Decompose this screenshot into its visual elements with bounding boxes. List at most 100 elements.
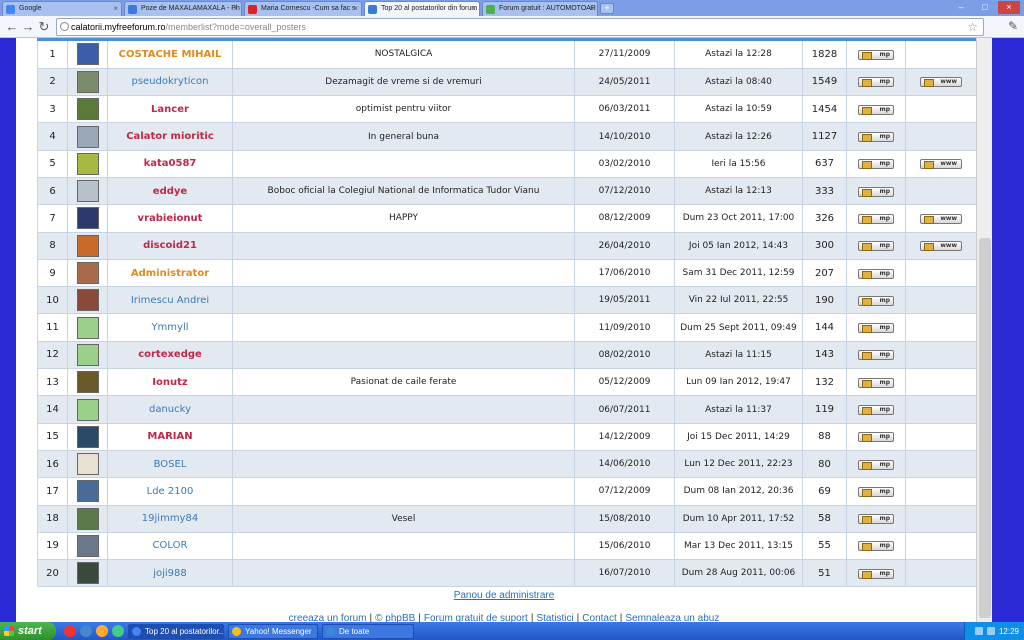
avatar[interactable] — [76, 425, 99, 448]
tab-top20[interactable]: Top 20 al postatorilor din forum × — [364, 1, 480, 16]
volume-icon[interactable] — [986, 627, 995, 635]
avatar[interactable] — [76, 152, 99, 175]
avatar[interactable] — [76, 98, 99, 121]
username-link[interactable]: Irimescu Andrei — [131, 295, 209, 306]
avatar[interactable] — [76, 70, 99, 93]
back-icon[interactable]: ← — [4, 19, 20, 35]
close-icon[interactable]: × — [113, 4, 118, 13]
reload-icon[interactable]: ↻ — [36, 19, 52, 35]
avatar[interactable] — [76, 43, 99, 66]
pm-button[interactable]: mp — [858, 186, 894, 197]
avatar[interactable] — [76, 262, 99, 285]
bookmark-star-icon[interactable]: ☆ — [967, 19, 978, 35]
avatar[interactable] — [76, 343, 99, 366]
username-link[interactable]: 19jimmy84 — [142, 513, 198, 524]
avatar[interactable] — [76, 316, 99, 339]
pm-button[interactable]: mp — [858, 323, 894, 334]
firefox-icon[interactable] — [96, 625, 108, 637]
www-button[interactable]: www — [920, 241, 962, 252]
address-bar[interactable]: calatorii.myfreeforum.ro/memberlist?mode… — [56, 18, 984, 36]
close-icon[interactable]: × — [589, 4, 594, 13]
close-window-icon[interactable]: × — [998, 1, 1020, 14]
pm-button[interactable]: mp — [858, 268, 894, 279]
close-icon[interactable]: × — [471, 4, 476, 13]
taskbar-item-detoate[interactable]: De toate — [322, 623, 414, 639]
avatar[interactable] — [76, 480, 99, 503]
report-abuse-link[interactable]: Semnaleaza un abuz — [625, 613, 719, 622]
username-link[interactable]: MARIAN — [147, 431, 192, 442]
pm-button[interactable]: mp — [858, 568, 894, 579]
username-link[interactable]: vrabieionut — [138, 213, 203, 224]
avatar[interactable] — [76, 453, 99, 476]
pm-button[interactable]: mp — [858, 377, 894, 388]
username-link[interactable]: BOSEL — [154, 459, 187, 470]
username-link[interactable]: COSTACHE MIHAIL — [119, 49, 222, 60]
username-link[interactable]: discoid21 — [143, 240, 197, 251]
pm-button[interactable]: mp — [858, 295, 894, 306]
username-link[interactable]: cortexedge — [138, 349, 202, 360]
pm-button[interactable]: mp — [858, 104, 894, 115]
pm-button[interactable]: mp — [858, 213, 894, 224]
avatar[interactable] — [76, 562, 99, 585]
minimize-icon[interactable]: – — [950, 1, 972, 14]
opera-icon[interactable] — [64, 625, 76, 637]
pm-button[interactable]: mp — [858, 486, 894, 497]
username-link[interactable]: pseudokryticon — [132, 76, 209, 87]
www-button[interactable]: www — [920, 213, 962, 224]
pm-button[interactable]: mp — [858, 405, 894, 415]
close-icon[interactable]: × — [353, 4, 358, 13]
avatar[interactable] — [76, 534, 99, 557]
username-link[interactable]: joji988 — [153, 568, 187, 579]
tab-google[interactable]: Google × — [2, 1, 122, 16]
phpbb-link[interactable]: © phpBB — [375, 613, 415, 622]
username-link[interactable]: Lancer — [151, 104, 189, 115]
forward-icon[interactable]: → — [20, 19, 36, 35]
pm-button[interactable]: mp — [858, 49, 894, 60]
vertical-scrollbar[interactable] — [976, 38, 992, 622]
create-forum-link[interactable]: creeaza un forum — [289, 613, 367, 622]
statistics-link[interactable]: Statistici — [536, 613, 573, 622]
www-button[interactable]: www — [920, 159, 962, 170]
wrench-icon[interactable]: ✎ — [1008, 19, 1018, 33]
network-icon[interactable] — [974, 627, 983, 635]
chrome-icon[interactable] — [112, 625, 124, 637]
username-link[interactable]: Ionutz — [152, 377, 187, 388]
new-tab-button[interactable]: + — [600, 3, 614, 14]
avatar[interactable] — [76, 234, 99, 257]
pm-button[interactable]: mp — [858, 132, 894, 143]
ie-icon[interactable] — [80, 625, 92, 637]
avatar[interactable] — [76, 289, 99, 312]
admin-panel-link[interactable]: Panou de administrare — [454, 590, 555, 601]
pm-button[interactable]: mp — [858, 241, 894, 252]
username-link[interactable]: COLOR — [153, 540, 188, 551]
pm-button[interactable]: mp — [858, 159, 894, 170]
username-link[interactable]: danucky — [149, 404, 191, 415]
username-link[interactable]: Lde 2100 — [147, 486, 194, 497]
tab-youtube[interactable]: Maria Cornescu -Cum sa fac s × — [244, 1, 362, 16]
pm-button[interactable]: mp — [858, 77, 894, 88]
username-link[interactable]: Ymmyll — [151, 322, 188, 333]
avatar[interactable] — [76, 180, 99, 203]
www-button[interactable]: www — [920, 77, 962, 88]
tab-poze[interactable]: Poze de MAXALAMAXALA - Ph × — [124, 1, 242, 16]
start-button[interactable]: start — [0, 622, 56, 640]
tab-automotoare[interactable]: Forum gratuit : AUTOMOTOAR × — [482, 1, 598, 16]
contact-link[interactable]: Contact — [582, 613, 616, 622]
pm-button[interactable]: mp — [858, 541, 894, 552]
taskbar-item-chrome[interactable]: Top 20 al postatorilor... — [128, 623, 224, 639]
close-icon[interactable]: × — [233, 4, 238, 13]
avatar[interactable] — [76, 207, 99, 230]
avatar[interactable] — [76, 507, 99, 530]
taskbar-item-yahoo[interactable]: Yahoo! Messenger — [228, 623, 318, 639]
avatar[interactable] — [76, 371, 99, 394]
username-link[interactable]: Calator mioritic — [126, 131, 214, 142]
scrollbar-thumb[interactable] — [979, 238, 991, 618]
username-link[interactable]: kata0587 — [144, 158, 197, 169]
pm-button[interactable]: mp — [858, 459, 894, 470]
username-link[interactable]: eddye — [153, 186, 187, 197]
pm-button[interactable]: mp — [858, 432, 894, 443]
support-forum-link[interactable]: Forum gratuit de suport — [424, 613, 528, 622]
username-link[interactable]: Administrator — [131, 268, 209, 279]
pm-button[interactable]: mp — [858, 350, 894, 361]
maximize-icon[interactable]: □ — [974, 1, 996, 14]
